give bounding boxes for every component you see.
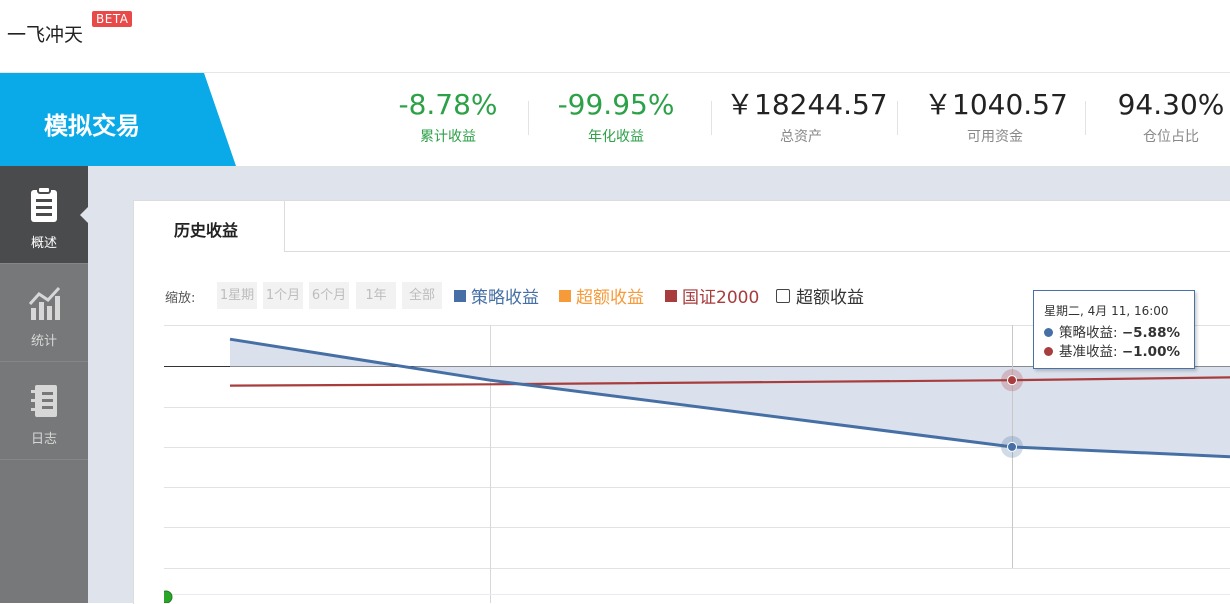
stat-label: 可用资金: [967, 129, 1023, 145]
stat-label: 仓位占比: [1143, 129, 1199, 145]
tooltip-dot: [1044, 327, 1053, 337]
divider: [711, 101, 712, 135]
tab-history-returns[interactable]: 历史收益: [134, 201, 285, 252]
tab-bar: 历史收益: [134, 201, 1230, 252]
zoom-label: 缩放:: [165, 291, 196, 306]
app-title: 一飞冲天: [7, 24, 84, 46]
tooltip-value: −1.00%: [1121, 344, 1180, 360]
stat-label: 总资产: [780, 129, 822, 145]
tooltip-header: 星期二, 4月 11, 16:00: [1044, 304, 1169, 318]
stat-cumulative-return: -8.78% 累计收益: [398, 86, 498, 146]
mode-label: 模拟交易: [44, 112, 140, 140]
legend-label: 国证2000: [682, 288, 760, 308]
stat-label: 年化收益: [588, 129, 644, 145]
stat-total-assets: ￥18244.57 总资产: [726, 86, 888, 146]
checkbox-label: 超额收益: [796, 288, 864, 308]
stat-value: 94.30%: [1117, 88, 1225, 121]
beta-badge: BETA: [92, 11, 133, 27]
tooltip-value: −5.88%: [1121, 325, 1180, 341]
chart-tooltip: 星期二, 4月 11, 16:00 策略收益: −5.88% 基准收益: −1.…: [1033, 290, 1195, 369]
active-pointer: [80, 207, 88, 223]
zoom-1year-button[interactable]: 1年: [356, 282, 396, 309]
stat-position-ratio: 94.30% 仓位占比: [1115, 86, 1227, 146]
legend-item-excess[interactable]: 超额收益: [559, 283, 644, 308]
stats-header: 模拟交易 -8.78% 累计收益 -99.95% 年化收益 ￥18244.57 …: [0, 73, 1230, 167]
zoom-1week-button[interactable]: 1星期: [217, 282, 257, 309]
tooltip-series-name: 策略收益: [1059, 325, 1113, 341]
sidebar-item-overview[interactable]: 概述: [0, 166, 88, 263]
tooltip-dot: [1044, 346, 1053, 356]
sidebar-item-label: 概述: [30, 236, 57, 251]
zoom-6month-button[interactable]: 6个月: [309, 282, 349, 309]
divider: [528, 101, 529, 135]
stat-value: -8.78%: [398, 88, 498, 121]
legend-item-strategy[interactable]: 策略收益: [454, 283, 539, 308]
tab-label: 历史收益: [174, 221, 239, 240]
sidebar-item-stats[interactable]: 统计: [0, 263, 88, 361]
zoom-1month-button[interactable]: 1个月: [263, 282, 303, 309]
legend-item-benchmark[interactable]: 国证2000: [665, 283, 760, 308]
legend-label: 超额收益: [576, 288, 644, 308]
navigator-handle[interactable]: [164, 590, 173, 603]
sidebar-item-label: 日志: [30, 432, 57, 447]
tooltip-row-benchmark: 基准收益: −1.00%: [1044, 340, 1180, 360]
notebook-icon: [31, 385, 57, 417]
stat-annual-return: -99.95% 年化收益: [556, 86, 676, 146]
tooltip-series-name: 基准收益: [1059, 344, 1113, 360]
zoom-all-button[interactable]: 全部: [402, 282, 442, 309]
divider: [1085, 101, 1086, 135]
stat-available-cash: ￥1040.57 可用资金: [924, 86, 1068, 146]
bar-chart-icon: [28, 286, 61, 320]
tooltip-row-strategy: 策略收益: −5.88%: [1044, 321, 1180, 341]
legend-swatch: [665, 290, 677, 302]
legend-label: 策略收益: [471, 288, 539, 308]
strategy-hover-point: [1007, 441, 1017, 452]
checkbox-box[interactable]: [776, 289, 790, 303]
stat-label: 累计收益: [420, 129, 476, 145]
excess-checkbox[interactable]: 超额收益: [776, 283, 864, 308]
clipboard-icon: [31, 186, 57, 222]
legend-swatch: [454, 290, 466, 302]
legend-swatch: [559, 290, 571, 302]
benchmark-hover-point: [1007, 375, 1017, 386]
stat-value: -99.95%: [557, 88, 675, 121]
sidebar-item-log[interactable]: 日志: [0, 361, 88, 460]
stat-value: ￥18244.57: [726, 88, 888, 121]
sidebar: 概述 统计 日志: [0, 166, 88, 603]
sidebar-item-label: 统计: [30, 334, 57, 349]
divider: [897, 101, 898, 135]
stat-value: ￥1040.57: [924, 88, 1068, 121]
title-bar: 一飞冲天 BETA: [0, 0, 1230, 73]
